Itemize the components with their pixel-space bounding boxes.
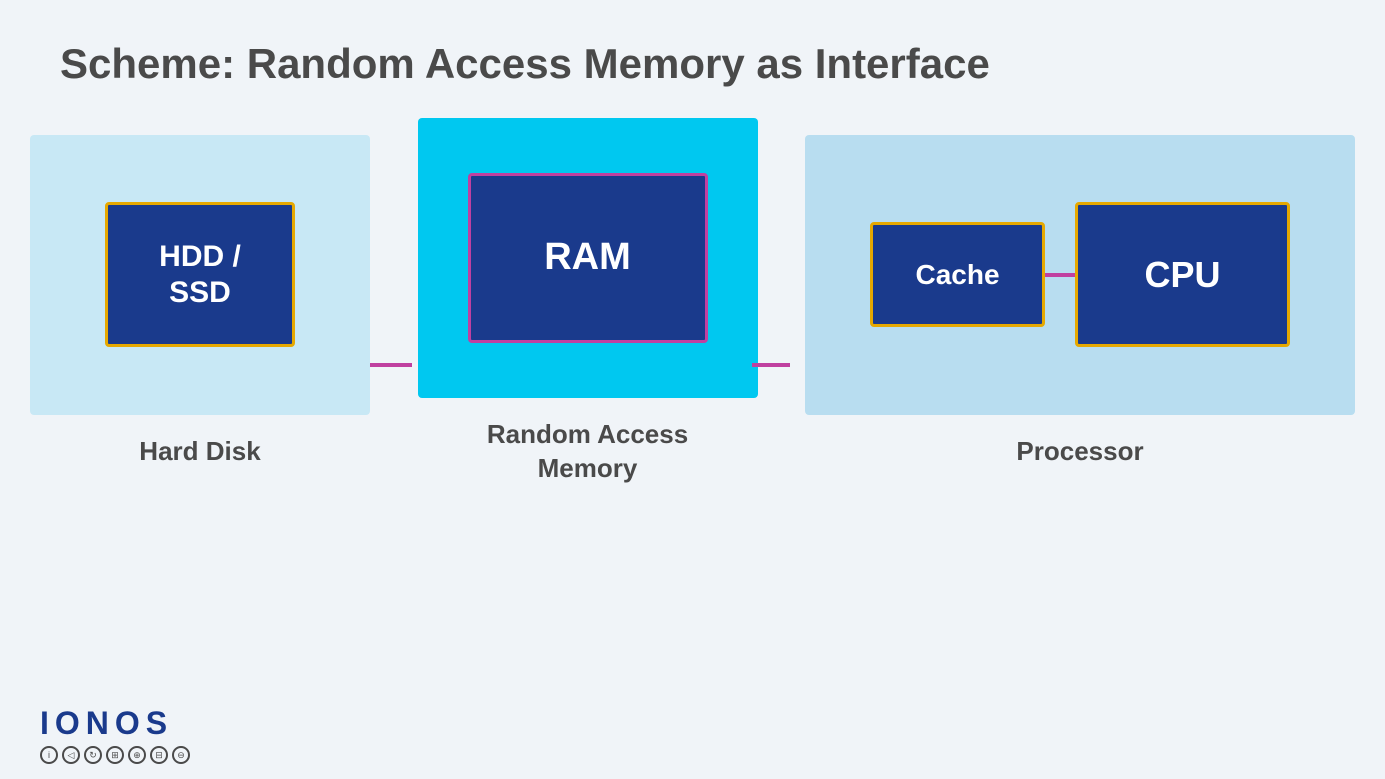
ram-label: RAM (544, 235, 631, 281)
ram-section-content: RAM (418, 118, 758, 398)
processor-bg-block: Cache CPU (805, 135, 1355, 415)
diagram-area: HDD /SSD Hard Disk RAM (0, 108, 1385, 690)
ram-bg-block: RAM (418, 118, 758, 398)
connector-cache-cpu (1045, 273, 1075, 277)
processor-section: Cache CPU Processor (805, 135, 1355, 469)
logo-area: I O N O S i ◁ ↻ ⊞ ⊕ ⊟ ⊖ (0, 690, 1385, 779)
ram-box: RAM (468, 173, 708, 343)
ionos-logo-group: I O N O S i ◁ ↻ ⊞ ⊕ ⊟ ⊖ (40, 705, 190, 764)
logo-icon-3: ↻ (84, 746, 102, 764)
logo-i: I (40, 705, 53, 742)
cache-box: Cache (870, 222, 1045, 327)
ram-section-label: Random AccessMemory (487, 418, 688, 486)
logo-icon-5: ⊕ (128, 746, 146, 764)
hdd-box: HDD /SSD (105, 202, 295, 347)
hdd-section: HDD /SSD Hard Disk (30, 135, 370, 469)
sections-container: HDD /SSD Hard Disk RAM (30, 118, 1355, 486)
logo-o2: O (115, 705, 144, 742)
logo-s: S (146, 705, 171, 742)
processor-section-label: Processor (1016, 435, 1143, 469)
hdd-bg-block: HDD /SSD (30, 135, 370, 415)
ram-section: RAM Random AccessMemory (418, 118, 758, 486)
hdd-section-content: HDD /SSD (30, 135, 370, 415)
logo-n: N (86, 705, 113, 742)
logo-o1: O (55, 705, 84, 742)
hdd-section-label: Hard Disk (139, 435, 260, 469)
hdd-label: HDD /SSD (159, 239, 241, 311)
page-title: Scheme: Random Access Memory as Interfac… (60, 40, 1325, 88)
processor-section-content: Cache CPU (805, 135, 1355, 415)
cpu-label: CPU (1144, 253, 1220, 296)
logo-icon-6: ⊟ (150, 746, 168, 764)
logo-icons-row: i ◁ ↻ ⊞ ⊕ ⊟ ⊖ (40, 746, 190, 764)
logo-icon-2: ◁ (62, 746, 80, 764)
page-wrapper: Scheme: Random Access Memory as Interfac… (0, 0, 1385, 779)
title-area: Scheme: Random Access Memory as Interfac… (0, 0, 1385, 108)
cache-label: Cache (915, 258, 999, 292)
logo-icon-1: i (40, 746, 58, 764)
cpu-box: CPU (1075, 202, 1290, 347)
logo-icon-7: ⊖ (172, 746, 190, 764)
logo-icon-4: ⊞ (106, 746, 124, 764)
ionos-logo-text: I O N O S (40, 705, 190, 742)
